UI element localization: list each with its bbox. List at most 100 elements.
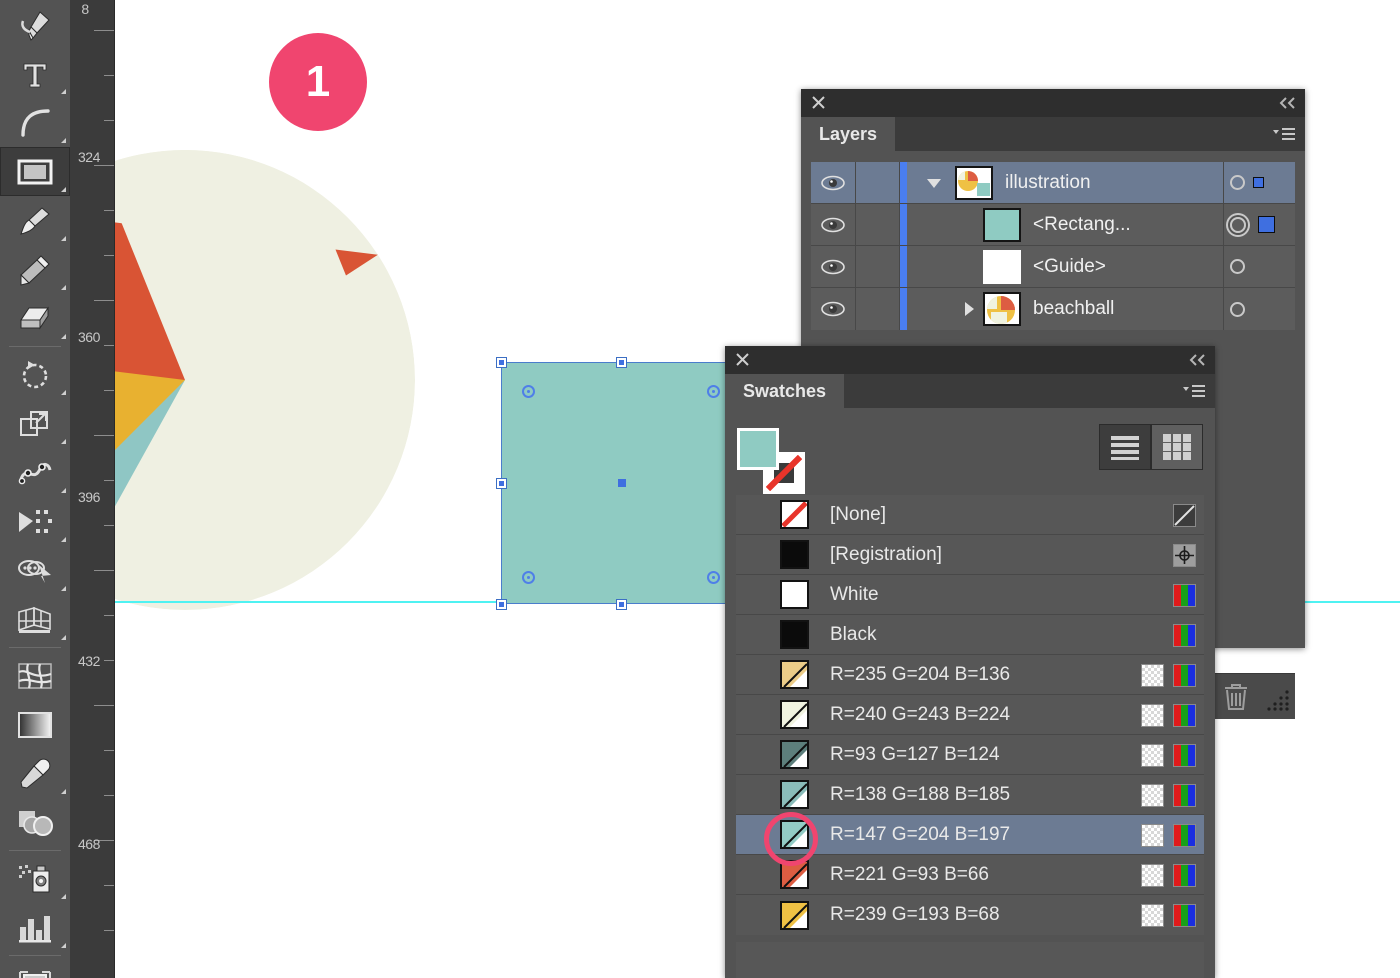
paintbrush-tool[interactable]: [0, 196, 70, 245]
list-item-selected[interactable]: R=147 G=204 B=197: [736, 815, 1204, 855]
tab-swatches[interactable]: Swatches: [725, 374, 845, 408]
swatch-thumbnail[interactable]: [780, 780, 809, 809]
close-icon[interactable]: [811, 95, 826, 110]
table-row[interactable]: <Guide>: [811, 246, 1295, 288]
swatch-thumbnail[interactable]: [780, 700, 809, 729]
bbox-handle-top-center[interactable]: [616, 357, 627, 368]
live-corner-widget-bl[interactable]: [522, 571, 535, 584]
swatch-thumbnail[interactable]: [780, 900, 809, 930]
bbox-handle-bottom-left[interactable]: [496, 599, 507, 610]
vertical-ruler[interactable]: 8 324 360 396 432 468: [70, 0, 115, 978]
lock-toggle[interactable]: [856, 162, 900, 203]
list-item[interactable]: R=239 G=193 B=68: [736, 895, 1204, 935]
live-corner-widget-tl[interactable]: [522, 385, 535, 398]
layer-body[interactable]: beachball: [907, 288, 1223, 330]
list-view-button[interactable]: [1099, 424, 1151, 470]
trash-icon[interactable]: [1221, 680, 1251, 717]
width-tool[interactable]: [0, 448, 70, 497]
blend-tool[interactable]: [0, 798, 70, 847]
arc-tool[interactable]: [0, 98, 70, 147]
eye-icon[interactable]: [811, 162, 856, 203]
layers-list[interactable]: illustration <Rectang... <Guide> beachba…: [811, 162, 1295, 330]
type-tool[interactable]: [0, 49, 70, 98]
tab-layers[interactable]: Layers: [801, 117, 896, 151]
target-circle-icon[interactable]: [1230, 175, 1245, 190]
mesh-tool[interactable]: [0, 651, 70, 700]
chevron-down-icon[interactable]: [913, 177, 955, 189]
layer-target-controls[interactable]: [1223, 288, 1295, 330]
rotate-tool[interactable]: [0, 350, 70, 399]
live-corner-widget-tr[interactable]: [707, 385, 720, 398]
eye-icon[interactable]: [811, 288, 856, 330]
lock-toggle[interactable]: [856, 246, 900, 287]
layer-body[interactable]: illustration: [907, 162, 1223, 203]
list-item[interactable]: [Registration]: [736, 535, 1204, 575]
symbol-sprayer-tool[interactable]: [0, 854, 70, 903]
table-row[interactable]: illustration: [811, 162, 1295, 204]
eraser-tool[interactable]: [0, 294, 70, 343]
double-chevron-left-icon[interactable]: [1277, 95, 1297, 111]
swatch-thumbnail[interactable]: [780, 620, 809, 649]
bbox-handle-bottom-center[interactable]: [616, 599, 627, 610]
eye-icon[interactable]: [811, 204, 856, 245]
layer-body[interactable]: <Guide>: [907, 246, 1223, 287]
target-circle-double-icon[interactable]: [1230, 216, 1246, 233]
table-row[interactable]: beachball: [811, 288, 1295, 330]
list-item[interactable]: R=221 G=93 B=66: [736, 855, 1204, 895]
lock-toggle[interactable]: [856, 288, 900, 330]
swatches-list[interactable]: [None] [Registration] White Black R=235 …: [736, 495, 1204, 935]
double-chevron-left-icon[interactable]: [1187, 352, 1207, 368]
fill-swatch[interactable]: [737, 428, 779, 470]
swatch-thumbnail[interactable]: [780, 500, 809, 529]
swatch-thumbnail[interactable]: [780, 580, 809, 609]
artboard-tool[interactable]: [0, 959, 70, 978]
chevron-right-icon[interactable]: [955, 301, 983, 317]
layers-panel-titlebar[interactable]: [801, 89, 1305, 117]
panel-menu-icon[interactable]: [1181, 383, 1207, 399]
perspective-grid-tool[interactable]: [0, 595, 70, 644]
list-item[interactable]: R=138 G=188 B=185: [736, 775, 1204, 815]
tools-panel[interactable]: [0, 0, 70, 978]
close-icon[interactable]: [735, 352, 750, 367]
list-item[interactable]: White: [736, 575, 1204, 615]
bbox-handle-top-left[interactable]: [496, 357, 507, 368]
layers-panel-tabbar[interactable]: Layers: [801, 117, 1305, 151]
layer-target-controls[interactable]: [1223, 162, 1295, 203]
gradient-tool[interactable]: [0, 700, 70, 749]
grid-view-button[interactable]: [1151, 424, 1203, 470]
target-circle-icon[interactable]: [1230, 301, 1245, 317]
layer-target-controls[interactable]: [1223, 246, 1295, 287]
scale-tool[interactable]: [0, 399, 70, 448]
swatch-view-buttons[interactable]: [1099, 424, 1203, 470]
layer-target-controls[interactable]: [1223, 204, 1295, 245]
shape-builder-tool[interactable]: [0, 546, 70, 595]
list-item[interactable]: R=240 G=243 B=224: [736, 695, 1204, 735]
bbox-handle-middle-left[interactable]: [496, 478, 507, 489]
swatches-empty-area[interactable]: [736, 942, 1204, 978]
swatches-panel-tabbar[interactable]: Swatches: [725, 374, 1215, 408]
swatches-panel-titlebar[interactable]: [725, 346, 1215, 374]
swatch-thumbnail[interactable]: [780, 660, 809, 689]
table-row[interactable]: <Rectang...: [811, 204, 1295, 246]
list-item[interactable]: R=93 G=127 B=124: [736, 735, 1204, 775]
eye-icon[interactable]: [811, 246, 856, 287]
panel-menu-icon[interactable]: [1271, 126, 1297, 142]
pen-tool[interactable]: [0, 0, 70, 49]
layer-body[interactable]: <Rectang...: [907, 204, 1223, 245]
swatch-thumbnail[interactable]: [780, 820, 809, 849]
swatch-thumbnail[interactable]: [780, 860, 809, 889]
fill-stroke-indicator[interactable]: [737, 428, 807, 494]
live-corner-widget-br[interactable]: [707, 571, 720, 584]
list-item[interactable]: R=235 G=204 B=136: [736, 655, 1204, 695]
target-circle-icon[interactable]: [1230, 259, 1245, 274]
eyedropper-tool[interactable]: [0, 749, 70, 798]
list-item[interactable]: Black: [736, 615, 1204, 655]
lock-toggle[interactable]: [856, 204, 900, 245]
swatch-thumbnail[interactable]: [780, 740, 809, 769]
rectangle-tool[interactable]: [0, 147, 70, 196]
pencil-tool[interactable]: [0, 245, 70, 294]
swatch-thumbnail[interactable]: [780, 540, 809, 569]
column-graph-tool[interactable]: [0, 903, 70, 952]
resize-grip-icon[interactable]: [1265, 688, 1291, 717]
free-transform-tool[interactable]: [0, 497, 70, 546]
